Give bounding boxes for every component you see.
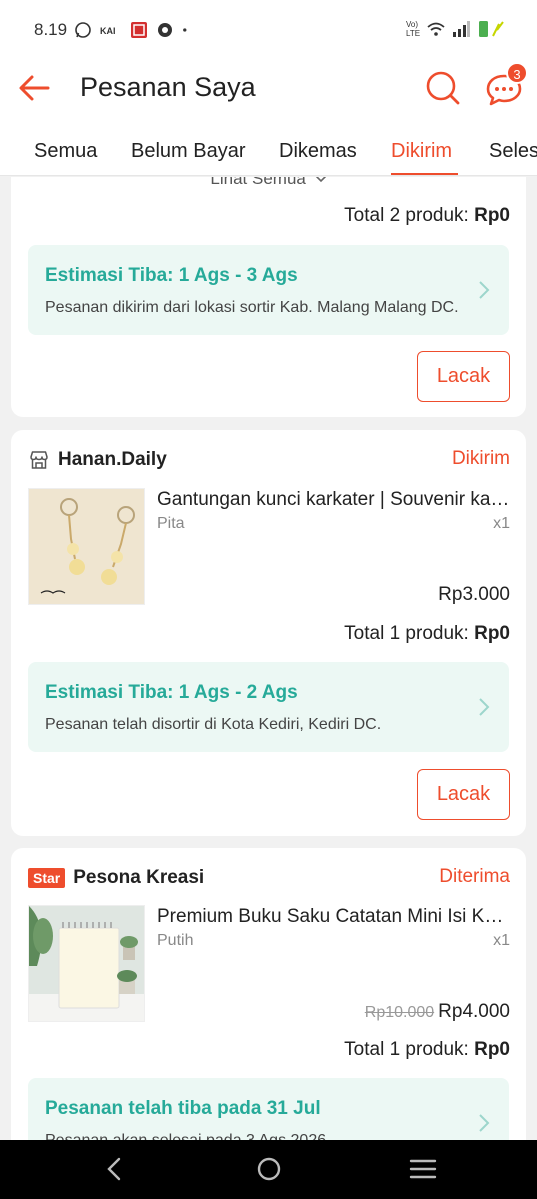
order-tabs: Semua Belum Bayar Dikemas Dikirim Selesa… (0, 114, 537, 176)
chevron-right-icon (479, 698, 490, 716)
shipping-desc: Pesanan dikirim dari lokasi sortir Kab. … (45, 299, 459, 316)
shipping-title: Pesanan telah tiba pada 31 Jul (45, 1098, 321, 1119)
search-icon[interactable] (424, 69, 462, 107)
chat-badge: 3 (506, 62, 528, 84)
order-list[interactable]: Lihat Semua Total 2 produk: Rp0 Estimasi… (0, 177, 537, 1140)
order-status: Dikirim (451, 448, 510, 469)
chevron-right-icon (479, 281, 490, 299)
dot-icon (183, 28, 187, 32)
order-card: Hanan.Daily Dikirim Gantungan kunci kark… (11, 430, 526, 836)
chevron-down-icon (315, 177, 326, 183)
lacak-button[interactable]: Lacak (417, 351, 510, 402)
total-value: Rp0 (474, 1039, 510, 1060)
header: Pesanan Saya 3 (0, 62, 537, 114)
total-value: Rp0 (474, 623, 510, 644)
signal-icon (453, 21, 470, 37)
nav-back-icon[interactable] (100, 1154, 130, 1184)
shipping-desc: Pesanan akan selesai pada 3 Ags 2026 (45, 1132, 465, 1140)
product-qty: x1 (493, 932, 510, 949)
svg-text:KAI: KAI (100, 26, 116, 36)
active-tab-indicator (391, 173, 458, 175)
notebook-photo (29, 906, 144, 1021)
status-time: 8.19 (34, 20, 68, 39)
back-arrow-icon[interactable] (16, 70, 52, 106)
system-nav-bar (0, 1140, 537, 1199)
whatsapp-icon (75, 22, 91, 38)
product-qty: x1 (493, 515, 510, 532)
product-image[interactable] (28, 905, 145, 1022)
location-icon (158, 23, 172, 37)
shipping-desc: Pesanan telah disortir di Kota Kediri, K… (45, 716, 382, 733)
shipping-title: Estimasi Tiba: 1 Ags - 3 Ags (45, 265, 298, 286)
order-total: Total 2 produk: Rp0 (344, 205, 510, 227)
shop-name: Pesona Kreasi (73, 867, 205, 888)
total-label: Total 1 produk: (344, 1039, 475, 1060)
status-bar: 8.19 KAI Vo) LTE (0, 0, 537, 62)
lihat-semua-link[interactable]: Lihat Semua (11, 177, 526, 189)
order-total: Total 1 produk: Rp0 (344, 623, 510, 645)
page-title: Pesanan Saya (80, 72, 256, 102)
shipping-info[interactable]: Pesanan telah tiba pada 31 Jul Pesanan a… (28, 1078, 509, 1140)
shop-header[interactable]: Star Pesona Kreasi (28, 866, 204, 890)
product-name[interactable]: Gantungan kunci karkater | Souvenir kara… (157, 489, 513, 511)
product-variant: Putih (157, 932, 194, 949)
star-seller-badge: Star (28, 868, 66, 888)
tab-belum-bayar[interactable]: Belum Bayar (131, 140, 246, 163)
nav-menu-icon[interactable] (408, 1154, 438, 1184)
lacak-button[interactable]: Lacak (417, 769, 510, 820)
shop-name: Hanan.Daily (58, 449, 167, 470)
nav-home-icon[interactable] (254, 1154, 284, 1184)
kai-icon: KAI (100, 26, 116, 36)
tab-dikirim[interactable]: Dikirim (391, 140, 452, 163)
product-variant: Pita (157, 515, 185, 532)
product-price: Rp3.000 (438, 584, 510, 606)
order-status: Diterima (439, 866, 510, 887)
volte-label: Vo) LTE (406, 20, 421, 38)
order-card: Star Pesona Kreasi Diterima Premium Buku… (11, 848, 526, 1140)
keychain-photo (29, 489, 144, 604)
chevron-right-icon (479, 1114, 490, 1132)
app-notification-icon (131, 22, 147, 38)
total-label: Total 2 produk: (344, 205, 475, 226)
original-price: Rp10.000 (364, 1004, 435, 1021)
lihat-semua-label: Lihat Semua (210, 177, 306, 188)
tab-selesai[interactable]: Selesai (489, 140, 537, 163)
shipping-info[interactable]: Estimasi Tiba: 1 Ags - 3 Ags Pesanan dik… (28, 245, 509, 335)
price-value: Rp3.000 (438, 584, 510, 605)
total-value: Rp0 (474, 205, 510, 226)
tab-semua[interactable]: Semua (34, 140, 97, 163)
store-icon (30, 451, 48, 469)
product-image[interactable] (28, 488, 145, 605)
order-card: Lihat Semua Total 2 produk: Rp0 Estimasi… (11, 177, 526, 417)
shipping-title: Estimasi Tiba: 1 Ags - 2 Ags (45, 682, 298, 703)
order-total: Total 1 produk: Rp0 (344, 1039, 510, 1061)
price-value: Rp4.000 (438, 1001, 510, 1022)
battery-icon (479, 21, 504, 37)
shop-header[interactable]: Hanan.Daily (28, 448, 167, 472)
product-name[interactable]: Premium Buku Saku Catatan Mini Isi Kerta… (157, 906, 513, 928)
total-label: Total 1 produk: (344, 623, 475, 644)
tab-dikemas[interactable]: Dikemas (279, 140, 357, 163)
shipping-info[interactable]: Estimasi Tiba: 1 Ags - 2 Ags Pesanan tel… (28, 662, 509, 752)
wifi-icon (427, 22, 445, 36)
product-price: Rp10.000 Rp4.000 (365, 1001, 510, 1023)
